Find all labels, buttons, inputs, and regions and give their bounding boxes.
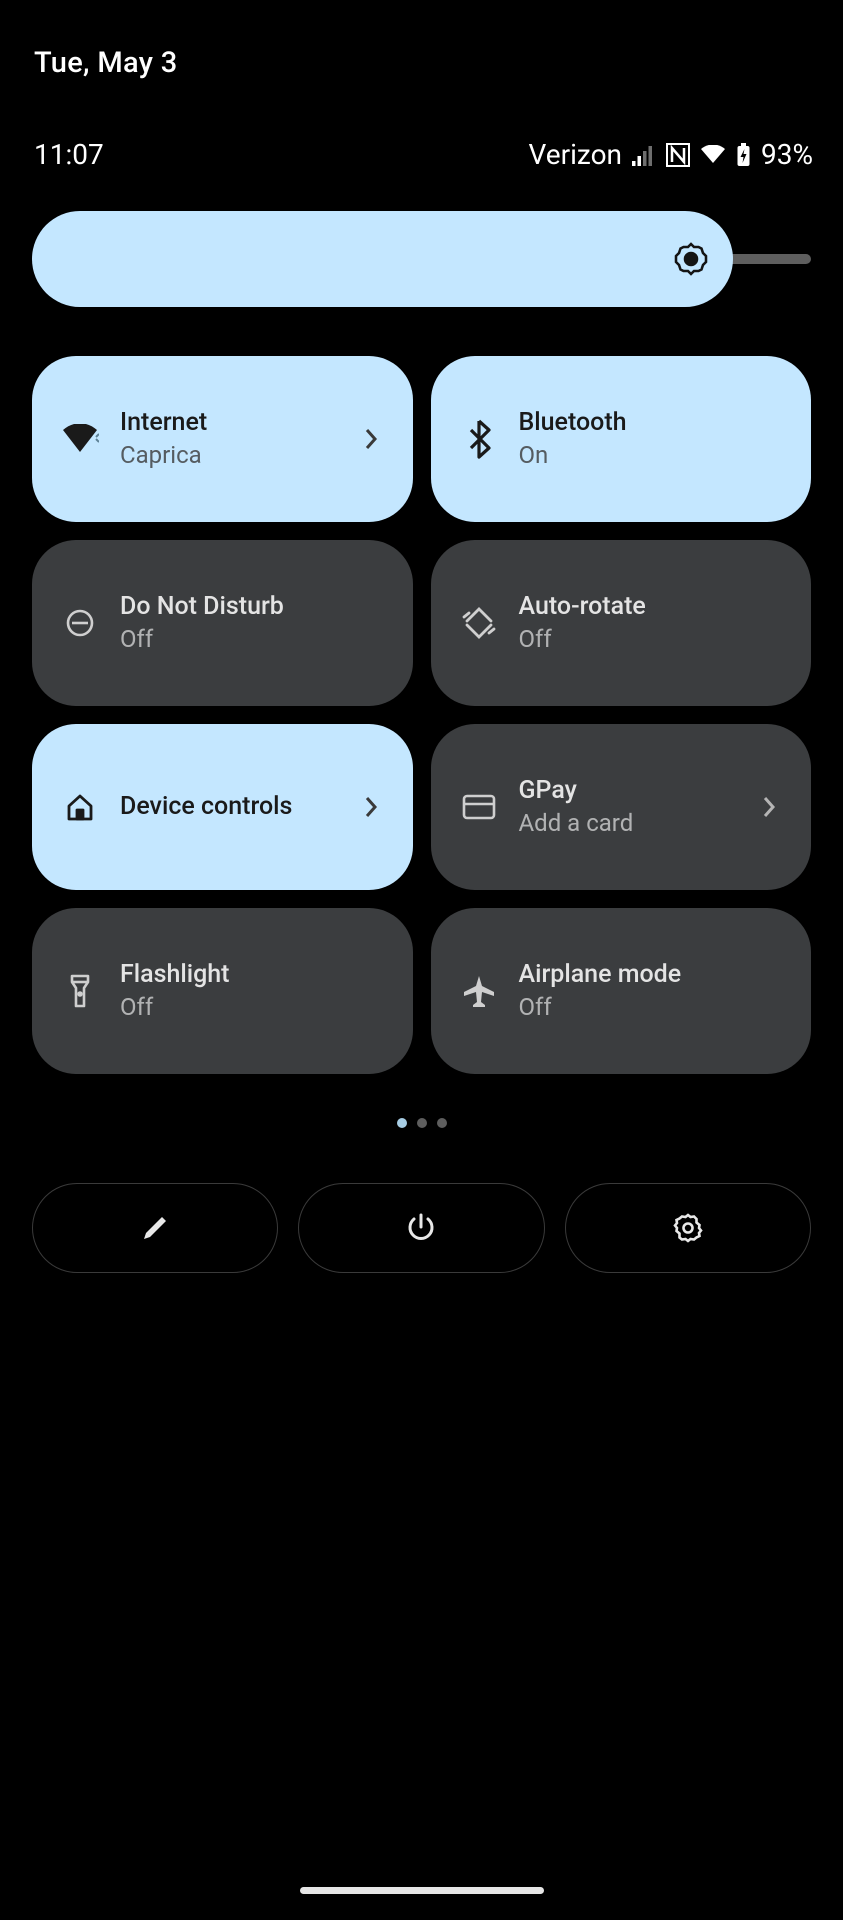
cell-signal-icon — [632, 144, 656, 166]
tile-autorotate[interactable]: Auto-rotate Off — [431, 540, 812, 706]
tile-sub: Off — [120, 626, 383, 652]
tile-flashlight[interactable]: Flashlight Off — [32, 908, 413, 1074]
power-button[interactable] — [298, 1183, 544, 1273]
power-icon — [405, 1212, 437, 1244]
tile-sub: On — [519, 442, 782, 468]
gear-icon — [672, 1212, 704, 1244]
page-indicator — [0, 1118, 843, 1128]
tile-airplane[interactable]: Airplane mode Off — [431, 908, 812, 1074]
tile-title: Flashlight — [120, 961, 383, 990]
date-label: Tue, May 3 — [34, 46, 178, 80]
time-label: 11:07 — [34, 138, 104, 171]
wifi-icon — [700, 145, 726, 165]
tile-sub: Off — [519, 994, 782, 1020]
tile-sub: Off — [519, 626, 782, 652]
flashlight-icon — [58, 969, 102, 1013]
tile-title: GPay — [519, 777, 758, 806]
tile-internet[interactable]: Internet Caprica — [32, 356, 413, 522]
pencil-icon — [140, 1213, 170, 1243]
chevron-right-icon — [757, 796, 781, 818]
brightness-slider[interactable] — [32, 211, 811, 307]
carrier-label: Verizon — [529, 138, 622, 171]
status-right: Verizon 93% — [529, 138, 813, 171]
autorotate-icon — [457, 601, 501, 645]
tile-sub: Add a card — [519, 810, 758, 836]
battery-charging-icon — [736, 143, 751, 167]
status-bar: 11:07 Verizon 93% — [0, 138, 843, 171]
page-dot-3 — [437, 1118, 447, 1128]
nfc-icon — [666, 143, 690, 167]
home-icon — [58, 785, 102, 829]
chevron-right-icon — [359, 428, 383, 450]
tile-title: Bluetooth — [519, 409, 782, 438]
tile-device-controls[interactable]: Device controls — [32, 724, 413, 890]
tile-sub: Off — [120, 994, 383, 1020]
tile-title: Device controls — [120, 793, 359, 822]
chevron-right-icon — [359, 796, 383, 818]
tile-title: Airplane mode — [519, 961, 782, 990]
airplane-icon — [457, 969, 501, 1013]
quick-tiles-grid: Internet Caprica Bluetooth On Do Not Dis… — [32, 356, 811, 1074]
page-dot-1 — [397, 1118, 407, 1128]
tile-sub: Caprica — [120, 442, 359, 468]
gesture-pill[interactable] — [300, 1887, 544, 1894]
edit-button[interactable] — [32, 1183, 278, 1273]
tile-gpay[interactable]: GPay Add a card — [431, 724, 812, 890]
brightness-icon — [673, 241, 709, 277]
brightness-fill — [32, 211, 733, 307]
battery-percent-label: 93% — [761, 138, 813, 171]
tile-dnd[interactable]: Do Not Disturb Off — [32, 540, 413, 706]
card-icon — [457, 785, 501, 829]
tile-title: Internet — [120, 409, 359, 438]
tile-title: Do Not Disturb — [120, 593, 383, 622]
page-dot-2 — [417, 1118, 427, 1128]
settings-button[interactable] — [565, 1183, 811, 1273]
bottom-button-row — [32, 1183, 811, 1273]
tile-bluetooth[interactable]: Bluetooth On — [431, 356, 812, 522]
wifi-icon — [58, 417, 102, 461]
bluetooth-icon — [457, 417, 501, 461]
tile-title: Auto-rotate — [519, 593, 782, 622]
dnd-icon — [58, 601, 102, 645]
